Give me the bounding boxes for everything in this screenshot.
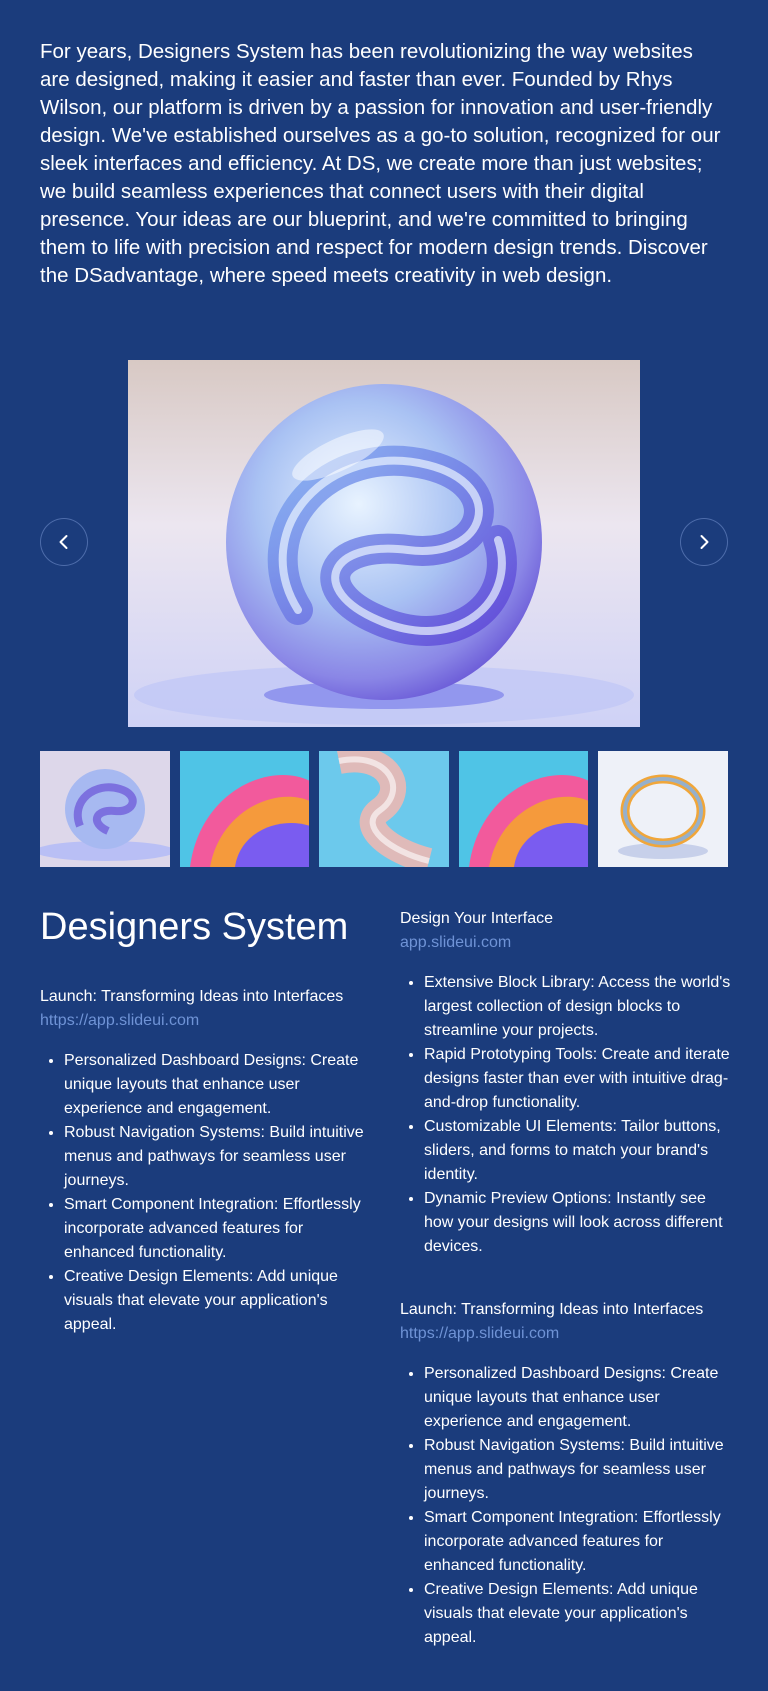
intro-paragraph: For years, Designers System has been rev… bbox=[40, 40, 721, 287]
design-feature-list: Extensive Block Library: Access the worl… bbox=[400, 971, 732, 1259]
list-item: Smart Component Integration: Effortlessl… bbox=[64, 1193, 370, 1265]
carousel-prev-button[interactable] bbox=[40, 518, 88, 566]
thumbnail-4[interactable] bbox=[458, 751, 589, 867]
thumbnail-3[interactable] bbox=[319, 751, 449, 867]
launch-feature-list: Personalized Dashboard Designs: Create u… bbox=[40, 1049, 370, 1337]
launch-feature-list: Personalized Dashboard Designs: Create u… bbox=[400, 1362, 732, 1650]
page: For years, Designers System has been rev… bbox=[0, 0, 768, 1691]
thumbnail-2[interactable] bbox=[179, 751, 310, 867]
carousel-next-button[interactable] bbox=[680, 518, 728, 566]
launch-block-link[interactable]: https://app.slideui.com bbox=[40, 1009, 370, 1033]
launch-block-title: Launch: Transforming Ideas into Interfac… bbox=[40, 988, 344, 1005]
thumbnail-5[interactable] bbox=[598, 751, 728, 867]
list-item: Rapid Prototyping Tools: Create and iter… bbox=[424, 1043, 732, 1115]
list-item: Personalized Dashboard Designs: Create u… bbox=[424, 1362, 732, 1434]
chevron-right-icon bbox=[700, 535, 709, 549]
list-item: Creative Design Elements: Add unique vis… bbox=[424, 1578, 732, 1650]
right-column: Design Your Interface app.slideui.com Ex… bbox=[400, 907, 732, 1650]
launch-block-link[interactable]: https://app.slideui.com bbox=[400, 1322, 732, 1346]
list-item: Personalized Dashboard Designs: Create u… bbox=[64, 1049, 370, 1121]
list-item: Extensive Block Library: Access the worl… bbox=[424, 971, 732, 1043]
design-block-title: Design Your Interface bbox=[400, 910, 553, 927]
list-item: Creative Design Elements: Add unique vis… bbox=[64, 1265, 370, 1337]
launch-block-title: Launch: Transforming Ideas into Interfac… bbox=[400, 1301, 704, 1318]
thumbnail-1[interactable] bbox=[40, 751, 170, 867]
list-item: Smart Component Integration: Effortlessl… bbox=[424, 1506, 732, 1578]
thumbnail-strip bbox=[40, 751, 728, 867]
design-block-link[interactable]: app.slideui.com bbox=[400, 931, 732, 955]
list-item: Customizable UI Elements: Tailor buttons… bbox=[424, 1115, 732, 1187]
chevron-left-icon bbox=[59, 535, 68, 549]
launch-block-right: Launch: Transforming Ideas into Interfac… bbox=[400, 1298, 732, 1650]
list-item: Robust Navigation Systems: Build intuiti… bbox=[64, 1121, 370, 1193]
page-title: Designers System bbox=[40, 906, 349, 948]
list-item: Dynamic Preview Options: Instantly see h… bbox=[424, 1187, 732, 1259]
left-column: Designers System Launch: Transforming Id… bbox=[40, 905, 370, 1337]
carousel-main-image bbox=[128, 360, 640, 727]
list-item: Robust Navigation Systems: Build intuiti… bbox=[424, 1434, 732, 1506]
